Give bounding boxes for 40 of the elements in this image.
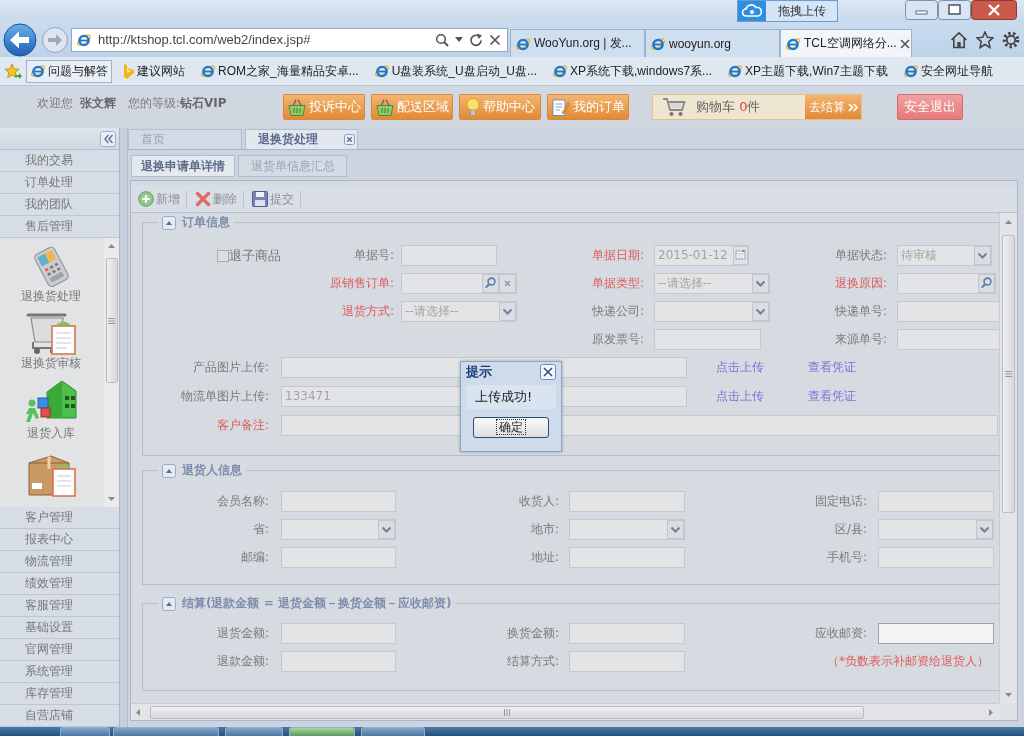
- field-label: 省:: [251, 521, 269, 538]
- field-label: 原发票号:: [590, 331, 644, 348]
- field-label: 快递公司:: [590, 303, 644, 320]
- field-label: 单据号:: [352, 247, 394, 264]
- field-label: 地址:: [529, 549, 559, 566]
- cart-text: 购物车 0件: [696, 98, 761, 116]
- field-label: 结算方式:: [505, 653, 559, 670]
- field-label: 换货金额:: [505, 625, 559, 642]
- field-label: 应收邮资:: [813, 625, 867, 642]
- checkbox-label: 退子商品: [229, 246, 281, 265]
- field-label: 来源单号:: [833, 331, 887, 348]
- field-label: 地市:: [529, 521, 559, 538]
- field-label: 客户备注:: [215, 417, 269, 434]
- field-label: 原销售订单:: [328, 275, 394, 292]
- field-label: 会员名称:: [215, 493, 269, 510]
- field-label: 邮编:: [239, 549, 269, 566]
- field-label: 退货金额:: [215, 625, 269, 642]
- level-label: 您的等级:: [128, 95, 181, 112]
- section-title: 结算(退款金额 = 退货金额－换货金额－应收邮资): [182, 596, 452, 610]
- field-label: 单据日期:: [590, 247, 644, 264]
- dialog-message: 上传成功!: [466, 385, 556, 409]
- field-label: 区/县:: [833, 521, 867, 538]
- section-title: 订单信息: [182, 215, 230, 229]
- dialog-title: 提示: [466, 363, 492, 381]
- field-label: 手机号:: [825, 549, 867, 566]
- field-label: 退换原因:: [833, 275, 887, 292]
- welcome-text: 欢迎您: [37, 95, 73, 112]
- level-value: 钻石VIP: [180, 95, 227, 112]
- field-label: 单据类型:: [590, 275, 644, 292]
- note-text: （*负数表示补邮资给退货人）: [827, 653, 989, 670]
- field-label: 固定电话:: [813, 493, 867, 510]
- field-label: 物流单图片上传:: [179, 388, 269, 405]
- field-label: 单据状态:: [833, 247, 887, 264]
- field-label: 收货人:: [517, 493, 559, 510]
- field-label: 退款金额:: [215, 653, 269, 670]
- section-title: 退货人信息: [182, 463, 242, 477]
- field-label: 快递单号:: [833, 303, 887, 320]
- field-label: 产品图片上传:: [191, 359, 269, 376]
- field-label: 退货方式:: [340, 303, 394, 320]
- user-name: 张文辉: [80, 95, 116, 112]
